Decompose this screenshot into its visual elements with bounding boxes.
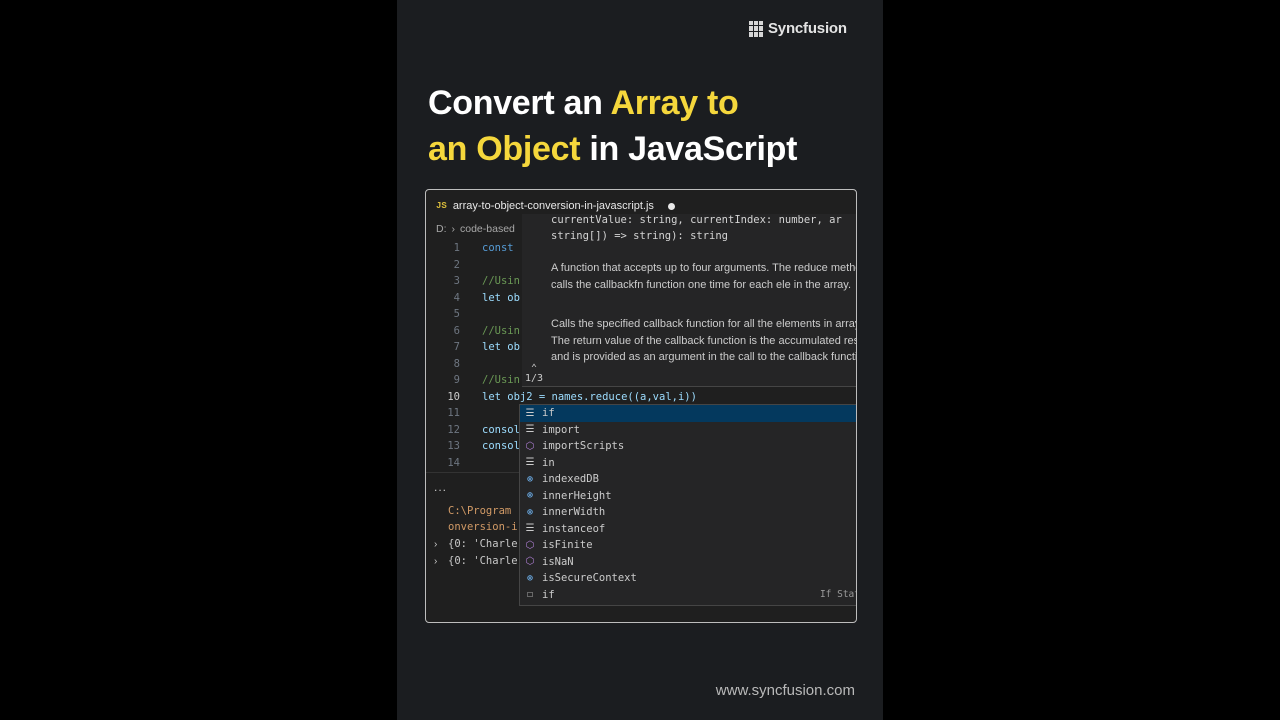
terminal-path: onversion-i (448, 521, 518, 533)
tab-file-name: array-to-object-conversion-in-javascript… (452, 200, 654, 212)
keyword-icon: ☰ (525, 457, 535, 469)
suggestion-item[interactable]: ☰ in (520, 455, 856, 472)
variable-icon: ⊚ (526, 490, 534, 502)
suggestion-item[interactable]: ⊚ innerWidth (520, 504, 856, 521)
terminal-output: {0: 'Charle (448, 538, 518, 550)
breadcrumb: D: › code-based (436, 223, 515, 235)
variable-icon: ⊚ (526, 506, 534, 518)
suggestion-item[interactable]: ⊚ innerHeight (520, 488, 856, 505)
overload-pager: ⌃ 1/3 ⌄ (524, 364, 544, 387)
more-actions-icon[interactable]: ... (434, 480, 447, 494)
keyword-icon: ☰ (525, 424, 535, 436)
chevron-right-icon: › (451, 223, 456, 235)
terminal-output: {0: 'Charle (448, 555, 518, 567)
page-title: Convert an Array to an Object in JavaScr… (428, 80, 797, 172)
logo-text: Syncfusion (768, 20, 847, 37)
signature-line: currentValue: string, currentIndex: numb… (551, 214, 842, 226)
function-icon: ⬡ (525, 440, 535, 452)
title-highlight-2: an Object (428, 130, 581, 168)
title-part-2: in JavaScript (580, 130, 798, 168)
doc-paragraph: Calls the specified callback function fo… (551, 318, 857, 363)
suggestion-item[interactable]: ⬡ isFinite (520, 537, 856, 554)
suggestion-detail: If Stat (819, 589, 857, 601)
suggestion-item[interactable]: ☰ import (520, 422, 856, 439)
syncfusion-logo: Syncfusion (749, 20, 847, 37)
chevron-right-icon[interactable]: › (434, 539, 437, 550)
snippet-icon: ☐ (526, 589, 534, 601)
function-icon: ⬡ (525, 539, 535, 551)
doc-paragraph: A function that accepts up to four argum… (551, 262, 857, 291)
footer-url[interactable]: www.syncfusion.com (716, 682, 855, 699)
suggestion-list: ☰ if ☰ import ⬡ importScripts ☰ in ⊚ indexedD… (519, 404, 857, 606)
title-part-1: Convert an (428, 84, 611, 122)
function-icon: ⬡ (525, 556, 535, 568)
video-panel: Syncfusion Convert an Array to an Object… (397, 0, 883, 720)
suggestion-item[interactable]: ☰ if (520, 405, 856, 422)
title-highlight-1: Array to (610, 84, 739, 122)
keyword-icon: ☰ (525, 523, 535, 535)
keyword-icon: ☰ (525, 407, 535, 419)
code-line-active: 10 let obj2 = names.reduce((a,val,i)) (447, 390, 697, 403)
js-file-icon: JS (436, 201, 447, 211)
suggestion-item[interactable]: ⬡ isNaN (520, 554, 856, 571)
chevron-right-icon[interactable]: › (434, 556, 437, 567)
logo-grid-icon (749, 20, 765, 37)
variable-icon: ⊚ (526, 572, 534, 584)
code-editor-window: JS array-to-object-conversion-in-javascr… (425, 189, 857, 623)
signature-help-popup: currentValue: string, currentIndex: numb… (522, 214, 857, 387)
terminal-path: C:\Program (448, 505, 512, 517)
breadcrumb-folder[interactable]: code-based (460, 223, 515, 235)
suggestion-item[interactable]: ⊚ isSecureContext (520, 570, 856, 587)
suggestion-item[interactable]: ⊚ indexedDB (520, 471, 856, 488)
chevron-down-icon[interactable]: ⌄ (524, 384, 544, 387)
signature-line: string[]) => string): string (551, 230, 729, 242)
unsaved-dot-icon[interactable] (667, 202, 675, 210)
breadcrumb-drive[interactable]: D: (436, 223, 447, 235)
suggestion-item[interactable]: ☰ instanceof (520, 521, 856, 538)
suggestion-item[interactable]: ☐ if If Stat (520, 587, 857, 604)
variable-icon: ⊚ (526, 473, 534, 485)
suggestion-item[interactable]: ⬡ importScripts (520, 438, 856, 455)
